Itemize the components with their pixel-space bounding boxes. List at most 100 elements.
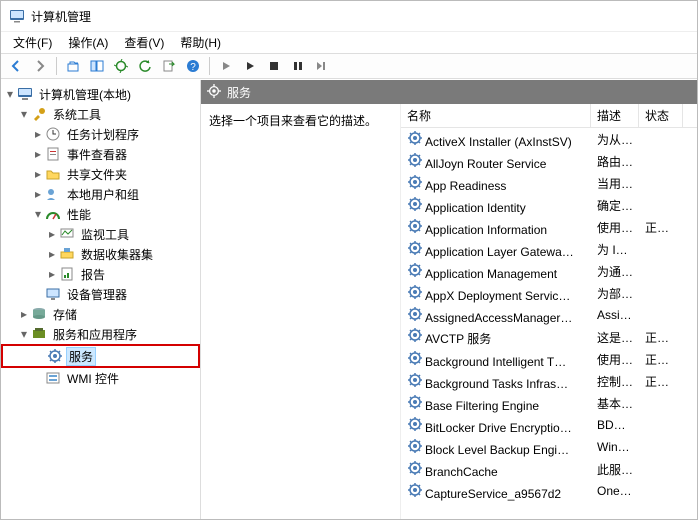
play-icon[interactable]	[239, 55, 261, 77]
service-desc: 这是…	[591, 329, 639, 346]
tree-storage-label: 存储	[50, 305, 80, 324]
service-desc: 为部…	[591, 285, 639, 302]
gear-icon	[407, 372, 423, 388]
tree-item-services[interactable]: 服务	[3, 346, 198, 366]
service-name: Application Information	[425, 223, 547, 237]
service-row[interactable]: Base Filtering Engine基本…	[401, 392, 697, 414]
up-icon[interactable]	[62, 55, 84, 77]
chevron-right-icon[interactable]: ▸	[45, 247, 59, 261]
chevron-down-icon[interactable]: ▾	[31, 207, 45, 221]
chevron-down-icon[interactable]: ▾	[17, 107, 31, 121]
service-name: Application Layer Gatewa…	[425, 245, 574, 259]
menu-action[interactable]: 操作(A)	[62, 32, 114, 53]
no-expander	[33, 349, 47, 363]
service-row[interactable]: Background Intelligent T…使用…正在…	[401, 348, 697, 370]
service-name: AVCTP 服务	[425, 332, 491, 346]
tree-item-device-manager[interactable]: 设备管理器	[1, 284, 200, 304]
service-row[interactable]: BranchCache 此服…	[401, 458, 697, 480]
service-row[interactable]: App Readiness当用…	[401, 172, 697, 194]
service-row[interactable]: AllJoyn Router Service路由…	[401, 150, 697, 172]
toolbar-separator	[209, 57, 210, 75]
gear-icon	[407, 482, 423, 498]
tree-item-label: 本地用户和组	[64, 185, 142, 204]
gear-icon	[407, 460, 423, 476]
service-row[interactable]: CaptureService_a9567d2One…	[401, 480, 697, 502]
service-row[interactable]: Application Layer Gatewa…为 In…	[401, 238, 697, 260]
chevron-right-icon[interactable]: ▸	[45, 267, 59, 281]
chevron-right-icon[interactable]: ▸	[17, 307, 31, 321]
back-icon[interactable]	[5, 55, 27, 77]
service-row[interactable]: AssignedAccessManager… Assi…	[401, 304, 697, 326]
column-desc[interactable]: 描述	[591, 104, 639, 128]
tree-item-performance[interactable]: ▾性能	[1, 204, 200, 224]
tree-item-reports[interactable]: ▸ 报告	[1, 264, 200, 284]
users-icon	[45, 186, 61, 202]
show-hide-tree-icon[interactable]	[86, 55, 108, 77]
service-row[interactable]: ActiveX Installer (AxInstSV)为从…	[401, 128, 697, 150]
tree-item-shared-folders[interactable]: ▸共享文件夹	[1, 164, 200, 184]
chevron-right-icon[interactable]: ▸	[31, 127, 45, 141]
chevron-down-icon[interactable]: ▾	[3, 87, 17, 101]
tree-services-apps[interactable]: ▾ 服务和应用程序	[1, 324, 200, 344]
tree-root[interactable]: ▾ 计算机管理(本地)	[1, 84, 200, 104]
service-name: AssignedAccessManager…	[425, 311, 572, 325]
pause-icon[interactable]	[287, 55, 309, 77]
gear-icon	[407, 196, 423, 212]
tree-item-label: 报告	[78, 265, 108, 284]
menu-view[interactable]: 查看(V)	[118, 32, 170, 53]
service-row[interactable]: Application Information使用…正在…	[401, 216, 697, 238]
tree-item-label: 任务计划程序	[64, 125, 142, 144]
service-row[interactable]: Application Management为通…	[401, 260, 697, 282]
tree-item-data-collector[interactable]: ▸数据收集器集	[1, 244, 200, 264]
service-row[interactable]: BitLocker Drive Encryptio…BDE…	[401, 414, 697, 436]
tree-system-tools-label: 系统工具	[50, 105, 104, 124]
list-header: 名称 描述 状态	[401, 104, 697, 128]
column-name[interactable]: 名称	[401, 104, 591, 128]
tree-item-monitor-tools[interactable]: ▸监视工具	[1, 224, 200, 244]
restart-icon[interactable]	[311, 55, 333, 77]
column-status[interactable]: 状态	[639, 104, 683, 128]
tree-item-label: 服务	[66, 347, 96, 366]
tree-item-event-viewer[interactable]: ▸事件查看器	[1, 144, 200, 164]
service-desc: Win…	[591, 440, 639, 454]
chevron-right-icon[interactable]: ▸	[45, 227, 59, 241]
service-desc: 此服…	[591, 461, 639, 478]
service-row[interactable]: Background Tasks Infras…控制…正在…	[401, 370, 697, 392]
export-icon[interactable]	[158, 55, 180, 77]
service-name: BranchCache	[425, 465, 498, 479]
service-row[interactable]: Block Level Backup Engi…Win…	[401, 436, 697, 458]
service-status: 正在…	[639, 329, 683, 346]
service-row[interactable]: AppX Deployment Servic…为部…	[401, 282, 697, 304]
stop-icon[interactable]	[263, 55, 285, 77]
chevron-right-icon[interactable]	[31, 287, 45, 301]
app-icon	[9, 8, 25, 24]
refresh-icon[interactable]	[134, 55, 156, 77]
service-row[interactable]: AVCTP 服务 这是…正在…	[401, 326, 697, 348]
gear-icon	[407, 174, 423, 190]
detail-header: 服务	[201, 80, 697, 104]
forward-icon[interactable]	[29, 55, 51, 77]
tree-item-wmi[interactable]: WMI 控件	[1, 368, 200, 388]
report-icon	[59, 266, 75, 282]
service-row[interactable]: Application Identity确定…	[401, 194, 697, 216]
service-name: Base Filtering Engine	[425, 399, 539, 413]
service-desc: Assi…	[591, 308, 639, 322]
help-icon[interactable]: ?	[182, 55, 204, 77]
menu-file[interactable]: 文件(F)	[7, 32, 58, 53]
gear-icon	[407, 327, 423, 343]
tree-item-task-scheduler[interactable]: ▸ 任务计划程序	[1, 124, 200, 144]
play-icon[interactable]	[215, 55, 237, 77]
menu-help[interactable]: 帮助(H)	[174, 32, 227, 53]
properties-icon[interactable]	[110, 55, 132, 77]
gear-icon	[207, 84, 221, 101]
tree-system-tools[interactable]: ▾ 系统工具	[1, 104, 200, 124]
tree-storage[interactable]: ▸ 存储	[1, 304, 200, 324]
tree-root-label: 计算机管理(本地)	[36, 85, 134, 104]
chevron-down-icon[interactable]: ▾	[17, 327, 31, 341]
chevron-right-icon[interactable]: ▸	[31, 147, 45, 161]
chevron-right-icon[interactable]: ▸	[31, 187, 45, 201]
service-desc: 使用…	[591, 351, 639, 368]
chevron-right-icon[interactable]: ▸	[31, 167, 45, 181]
gear-icon	[407, 130, 423, 146]
tree-item-local-users[interactable]: ▸ 本地用户和组	[1, 184, 200, 204]
